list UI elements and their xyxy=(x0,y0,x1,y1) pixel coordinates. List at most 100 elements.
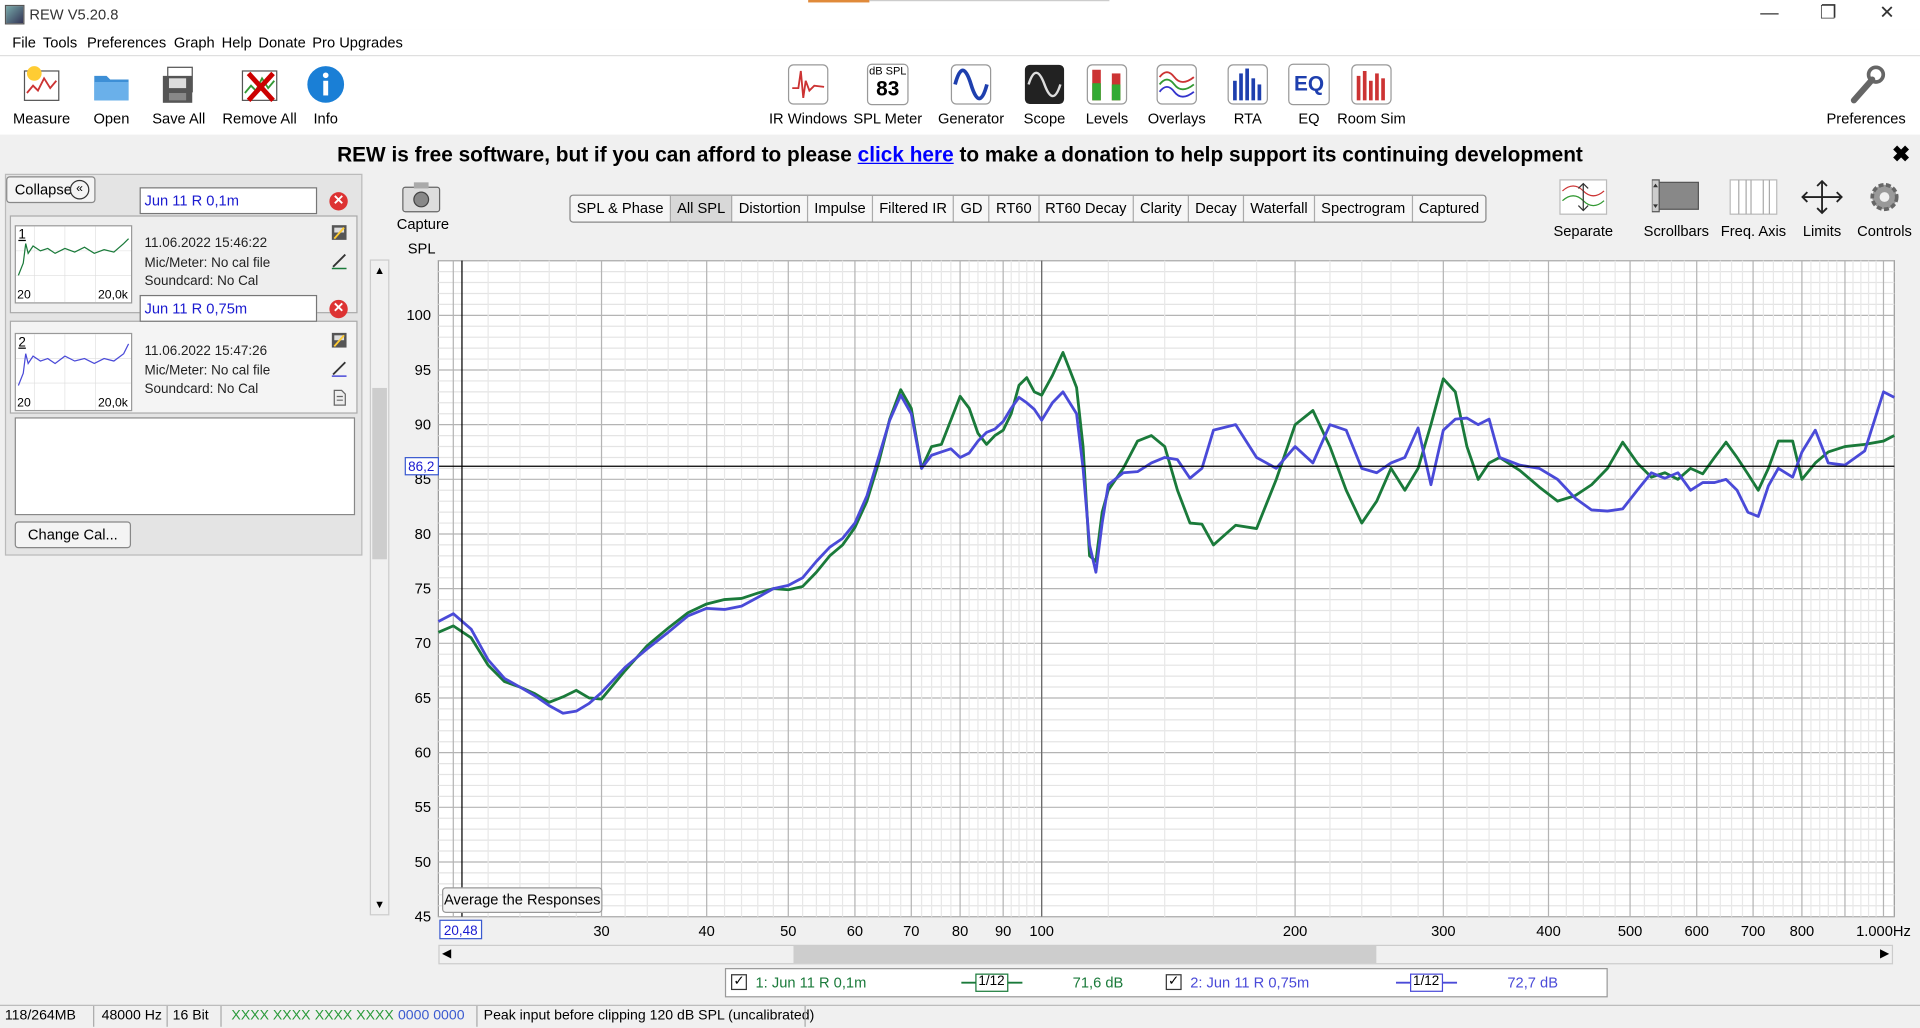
tab-spectrogram[interactable]: Spectrogram xyxy=(1315,195,1413,222)
measurement-name-1[interactable]: Jun 11 R 0,1m xyxy=(139,187,318,215)
banner-close-icon[interactable]: ✖ xyxy=(1892,142,1910,168)
status-separator xyxy=(93,1005,95,1027)
average-responses-button[interactable]: Average the Responses xyxy=(442,887,603,913)
ir-windows-icon xyxy=(787,64,829,105)
menu-graph[interactable]: Graph xyxy=(174,34,215,51)
tab-decay[interactable]: Decay xyxy=(1189,195,1245,222)
collapse-label: Collapse xyxy=(14,181,72,199)
y-tick-label: 65 xyxy=(415,691,431,707)
spl-graph[interactable]: 455055606570758085909510030 40 50 60 70 80 90 1… xyxy=(0,239,1920,949)
ir-windows-button[interactable]: IR Windows xyxy=(765,61,851,130)
tab-impulse[interactable]: Impulse xyxy=(808,195,874,222)
x-tick-label: 90 xyxy=(995,924,1011,940)
camera-icon[interactable] xyxy=(402,181,441,213)
scrollbars-icon xyxy=(1651,179,1699,213)
status-separator xyxy=(220,1005,222,1027)
x-tick-label: 70 xyxy=(903,924,919,940)
x-tick-label: 100 xyxy=(1029,924,1053,940)
tab-clarity[interactable]: Clarity xyxy=(1134,195,1189,222)
overlays-icon xyxy=(1156,64,1197,105)
x-tick-label: 60 xyxy=(847,924,863,940)
wrench-icon xyxy=(1850,65,1886,104)
spl-meter-icon-top: dB SPL xyxy=(869,64,907,78)
scroll-left-icon[interactable]: ◀ xyxy=(442,946,451,963)
status-input-meter-2: XXXX XXXX xyxy=(314,1008,394,1024)
donation-banner: REW is free software, but if you can aff… xyxy=(0,137,1920,174)
x-tick-label: 700 xyxy=(1741,924,1765,940)
collapse-button[interactable]: Collapse « xyxy=(6,176,96,204)
status-output-meter: 0000 0000 xyxy=(397,1008,465,1024)
spl-meter-label: SPL Meter xyxy=(853,110,923,128)
legend-level-2: 72,7 dB xyxy=(1507,974,1559,992)
tab-rt60[interactable]: RT60 xyxy=(990,195,1039,222)
status-bit-depth: 16 Bit xyxy=(172,1008,209,1024)
tab-spl-phase[interactable]: SPL & Phase xyxy=(571,195,671,222)
tab-rt60-decay[interactable]: RT60 Decay xyxy=(1039,195,1134,222)
legend-checkbox-2[interactable]: ✓ xyxy=(1165,974,1182,991)
cursor-x-readout: 20,48 xyxy=(444,923,478,938)
folder-icon xyxy=(94,75,129,101)
controls-label: Controls xyxy=(1857,222,1912,240)
tab-all-spl[interactable]: All SPL xyxy=(670,195,733,222)
info-button[interactable]: Info xyxy=(283,61,369,130)
room-sim-label: Room Sim xyxy=(1337,110,1406,128)
restore-button[interactable]: ❐ xyxy=(1800,0,1856,29)
menu-donate[interactable]: Donate xyxy=(258,34,305,51)
graph-h-scroll-thumb[interactable] xyxy=(793,946,1377,964)
smoothing-label-2: 1/12 xyxy=(1413,974,1440,989)
tab-filtered-ir[interactable]: Filtered IR xyxy=(873,195,955,222)
generator-icon xyxy=(950,64,992,105)
delete-icon[interactable]: ✕ xyxy=(329,192,348,211)
status-separator xyxy=(166,1005,168,1027)
menu-help[interactable]: Help xyxy=(222,34,252,51)
tab-waterfall[interactable]: Waterfall xyxy=(1244,195,1316,222)
minimize-button[interactable]: — xyxy=(1741,0,1797,29)
capture-label: Capture xyxy=(396,215,450,233)
legend-level-1: 71,6 dB xyxy=(1072,974,1124,992)
tab-captured[interactable]: Captured xyxy=(1413,196,1486,222)
menu-file[interactable]: File xyxy=(12,34,36,51)
menu-preferences[interactable]: Preferences xyxy=(87,34,166,51)
room-sim-button[interactable]: Room Sim xyxy=(1329,61,1415,130)
info-icon xyxy=(307,66,345,103)
menu-tools[interactable]: Tools xyxy=(43,34,77,51)
rta-icon xyxy=(1227,64,1268,105)
y-tick-label: 50 xyxy=(415,855,431,871)
status-separator xyxy=(804,1005,806,1027)
separate-icon xyxy=(1559,179,1608,215)
tab-distortion[interactable]: Distortion xyxy=(733,195,809,222)
double-chevron-left-icon: « xyxy=(69,179,90,200)
tab-gd[interactable]: GD xyxy=(954,195,990,222)
save-icon xyxy=(162,66,193,103)
x-tick-label: 300 xyxy=(1431,924,1455,940)
y-tick-label: 70 xyxy=(415,636,431,652)
donation-link[interactable]: click here xyxy=(858,143,954,166)
x-tick-label: 40 xyxy=(699,924,715,940)
scroll-right-icon[interactable]: ▶ xyxy=(1880,946,1889,963)
legend-checkbox-1[interactable]: ✓ xyxy=(731,974,747,991)
measure-icon xyxy=(23,66,60,101)
spl-meter-icon: dB SPL 83 xyxy=(866,63,909,106)
scope-icon xyxy=(1024,64,1065,105)
save-all-button[interactable]: Save All xyxy=(136,61,222,130)
close-button[interactable]: ✕ xyxy=(1859,0,1915,29)
x-tick-label: 80 xyxy=(952,924,968,940)
preferences-label: Preferences xyxy=(1826,110,1906,128)
separate-button[interactable]: Separate xyxy=(1540,179,1626,240)
app-icon xyxy=(4,4,25,25)
spl-meter-button[interactable]: dB SPL 83 SPL Meter xyxy=(845,61,931,130)
controls-button[interactable]: Controls xyxy=(1842,179,1920,240)
rew-window: REW V5.20.8 — ❐ ✕ File Tools Preferences… xyxy=(0,0,1920,1028)
eq-icon: EQ xyxy=(1288,63,1330,106)
spl-meter-icon-value: 83 xyxy=(876,77,900,101)
levels-icon xyxy=(1086,64,1128,105)
ir-windows-label: IR Windows xyxy=(768,110,848,128)
scrollbars-button[interactable]: Scrollbars xyxy=(1633,179,1719,240)
y-tick-label: 45 xyxy=(415,910,431,926)
room-sim-icon xyxy=(1351,64,1392,105)
preferences-button[interactable]: Preferences xyxy=(1823,61,1909,130)
status-input-meter-1: XXXX XXXX xyxy=(231,1008,311,1024)
separate-label: Separate xyxy=(1553,222,1614,240)
legend-label-2: 2: Jun 11 R 0,75m xyxy=(1190,974,1310,992)
menu-pro-upgrades[interactable]: Pro Upgrades xyxy=(312,34,403,51)
